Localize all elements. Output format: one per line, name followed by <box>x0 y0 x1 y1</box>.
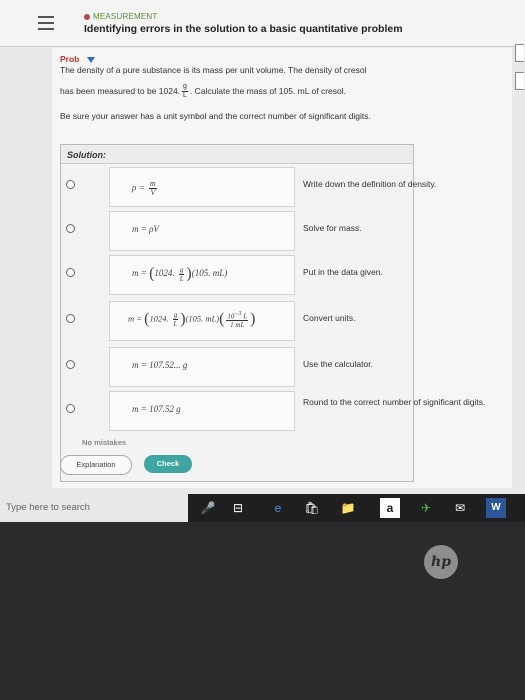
equation: m = (1024. g L)(105. mL) <box>132 265 228 283</box>
step-radio[interactable] <box>66 180 75 189</box>
button-row: Explanation Check <box>52 455 512 475</box>
unit-fraction: gL <box>182 83 188 99</box>
hp-logo: hp <box>424 545 458 579</box>
equation: m = 107.52... g <box>132 360 188 370</box>
store-icon[interactable]: 🛍 <box>302 498 322 518</box>
solution-step-row: ρ = mV Write down the definition of dens… <box>61 165 436 209</box>
solution-header: Solution: <box>61 145 413 164</box>
explanation-button[interactable]: Explanation <box>60 455 132 475</box>
check-button[interactable]: Check <box>144 455 192 473</box>
side-tab[interactable] <box>515 44 524 62</box>
step-radio[interactable] <box>66 268 75 277</box>
page-title: Identifying errors in the solution to a … <box>84 23 403 35</box>
instruction-text: Be sure your answer has a unit symbol an… <box>60 111 371 121</box>
step-radio[interactable] <box>66 314 75 323</box>
problem-text-line1: The density of a pure substance is its m… <box>60 65 367 75</box>
equation-box: ρ = mV <box>109 167 295 207</box>
problem-panel: Prob The density of a pure substance is … <box>52 48 512 488</box>
topic-label: MEASUREMENT <box>84 12 157 21</box>
screen: MEASUREMENT Identifying errors in the so… <box>0 0 525 522</box>
equation: m = ρV <box>132 224 159 234</box>
no-mistakes-option[interactable]: No mistakes <box>82 438 126 447</box>
hamburger-menu-icon[interactable] <box>38 16 54 30</box>
amazon-icon[interactable]: a <box>380 498 400 518</box>
step-description: Round to the correct number of significa… <box>303 397 486 407</box>
step-description: Solve for mass. <box>303 223 362 233</box>
equation: m = 107.52 g <box>132 404 181 414</box>
step-description: Use the calculator. <box>303 359 373 369</box>
solution-step-row: m = (1024. g L)(105. mL) Put in the data … <box>61 253 413 297</box>
equation-box: m = (1024. g L)(105. mL) <box>109 255 295 295</box>
sway-icon[interactable]: ✈ <box>416 498 436 518</box>
step-radio[interactable] <box>66 224 75 233</box>
taskbar: Type here to search 🎤 ⊟ e 🛍 📁 a ✈ ✉ W <box>0 494 525 522</box>
step-description: Put in the data given. <box>303 267 383 277</box>
topic-dot-icon <box>84 13 90 20</box>
equation-box: m = 107.52 g <box>109 391 295 431</box>
step-description: Convert units. <box>303 313 356 323</box>
taskbar-search-box[interactable]: Type here to search <box>0 494 188 522</box>
word-icon[interactable]: W <box>486 498 506 518</box>
microphone-icon[interactable]: 🎤 <box>198 498 218 518</box>
solution-step-row: m = 107.52... g Use the calculator. <box>61 345 413 389</box>
edge-browser-icon[interactable]: e <box>268 498 288 518</box>
step-description: Write down the definition of density. <box>303 179 437 189</box>
step-radio[interactable] <box>66 404 75 413</box>
right-side-tabs <box>515 44 525 100</box>
file-explorer-icon[interactable]: 📁 <box>338 498 358 518</box>
equation-box: m = 107.52... g <box>109 347 295 387</box>
step-radio[interactable] <box>66 360 75 369</box>
task-view-icon[interactable]: ⊟ <box>228 498 248 518</box>
problem-label[interactable]: Prob <box>60 54 96 64</box>
solution-step-row: m = 107.52 g Round to the correct number… <box>61 389 485 433</box>
equation: m = (1024. g L)(105. mL)(10−3 L1 mL) <box>128 310 256 330</box>
mail-icon[interactable]: ✉ <box>450 498 470 518</box>
equation: ρ = mV <box>132 179 157 197</box>
solution-step-row: m = ρV Solve for mass. <box>61 209 413 253</box>
equation-box: m = ρV <box>109 211 295 251</box>
dropdown-triangle-icon[interactable] <box>87 56 96 63</box>
search-placeholder: Type here to search <box>6 502 90 513</box>
solution-box: Solution: ρ = mV Write down the definiti… <box>60 144 485 482</box>
solution-step-row: m = (1024. g L)(105. mL)(10−3 L1 mL) Conv… <box>61 299 413 343</box>
header: MEASUREMENT Identifying errors in the so… <box>0 0 525 47</box>
side-tab[interactable] <box>515 72 524 90</box>
equation-box: m = (1024. g L)(105. mL)(10−3 L1 mL) <box>109 301 295 341</box>
problem-text-line2: has been measured to be 1024. g L. Calcula… <box>60 83 347 99</box>
solution-label: Solution: <box>67 150 106 160</box>
